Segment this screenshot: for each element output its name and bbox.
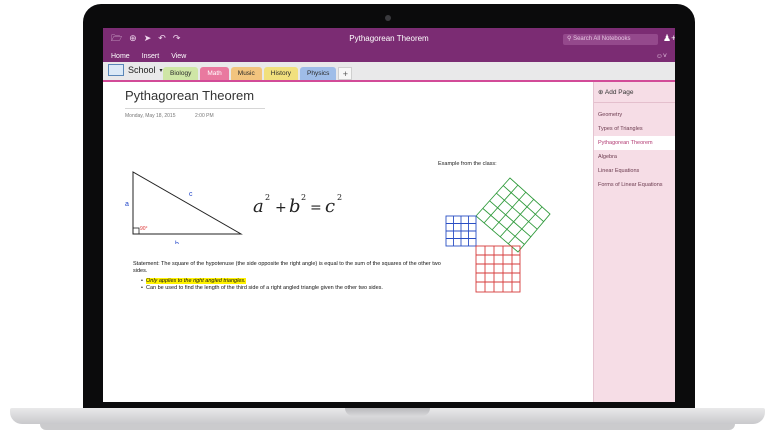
opening-notch bbox=[345, 408, 430, 416]
title-bar: 🗁 ⊕ ➤ ↶ ↷ Pythagorean Theorem ⚲ Search A… bbox=[103, 28, 675, 52]
example-label: Example from the class: bbox=[438, 161, 497, 167]
menu-view[interactable]: View bbox=[171, 52, 186, 62]
page-item-geometry[interactable]: Geometry bbox=[594, 108, 675, 122]
bullet-text: Can be used to find the length of the th… bbox=[145, 285, 383, 291]
notebook-picker[interactable]: School ▾ bbox=[108, 64, 163, 76]
page-list: Geometry Types of Triangles Pythagorean … bbox=[594, 108, 675, 192]
formula-equals: = bbox=[310, 200, 322, 216]
right-angle-mark bbox=[132, 227, 140, 235]
ribbon-menu: Home Insert View ☺˅ bbox=[103, 52, 675, 62]
title-underline bbox=[125, 108, 265, 109]
add-circle-icon: ⊕ bbox=[598, 89, 604, 96]
page-date: Monday, May 18, 2015 bbox=[125, 113, 176, 119]
add-section-button[interactable]: + bbox=[338, 67, 353, 80]
page-item-types-of-triangles[interactable]: Types of Triangles bbox=[594, 122, 675, 136]
formula-b: b bbox=[289, 196, 301, 217]
page-item-forms-of-linear-equations[interactable]: Forms of Linear Equations bbox=[594, 178, 675, 192]
tab-physics[interactable]: Physics bbox=[300, 67, 337, 80]
notebook-name: School bbox=[128, 65, 156, 75]
formula-exp-1: 2 bbox=[265, 193, 270, 202]
tab-math[interactable]: Math bbox=[200, 67, 229, 80]
laptop-base bbox=[0, 408, 775, 443]
note-page[interactable]: Pythagorean Theorem Monday, May 18, 2015… bbox=[103, 82, 593, 402]
search-input[interactable]: ⚲ Search All Notebooks bbox=[563, 34, 658, 45]
triangle-shape bbox=[132, 171, 243, 235]
formula-plus: + bbox=[275, 200, 287, 216]
share-icon[interactable]: ♟+ bbox=[663, 33, 675, 44]
tab-biology[interactable]: Biology bbox=[163, 67, 199, 80]
page-item-algebra[interactable]: Algebra bbox=[594, 150, 675, 164]
page-item-linear-equations[interactable]: Linear Equations bbox=[594, 164, 675, 178]
formula-a: a bbox=[253, 196, 264, 217]
blue-square bbox=[445, 215, 477, 247]
formula-exp-2: 2 bbox=[301, 193, 306, 202]
camera bbox=[385, 15, 391, 21]
add-page-label: Add Page bbox=[604, 89, 634, 96]
bullet-list: • Only applies to the right angled trian… bbox=[141, 278, 383, 292]
base-shadow bbox=[40, 424, 735, 430]
notebook-icon bbox=[108, 64, 124, 76]
add-page-button[interactable]: ⊕ Add Page bbox=[598, 88, 633, 96]
tab-history[interactable]: History bbox=[263, 67, 298, 80]
angle-label: 90° bbox=[140, 226, 148, 232]
search-icon: ⚲ bbox=[567, 36, 572, 42]
side-b-label: b bbox=[175, 241, 179, 244]
list-item[interactable]: • Only applies to the right angled trian… bbox=[141, 278, 383, 285]
page-list-sidebar: ⊕ Add Page Geometry Types of Triangles P… bbox=[593, 82, 675, 402]
page-title[interactable]: Pythagorean Theorem bbox=[125, 88, 254, 103]
squares-diagram bbox=[445, 177, 551, 293]
divider bbox=[594, 102, 675, 103]
side-a-label: a bbox=[125, 201, 129, 208]
search-placeholder: Search All Notebooks bbox=[573, 36, 631, 42]
statement-text[interactable]: Statement: The square of the hypotenuse … bbox=[133, 261, 443, 275]
section-tabs: Biology Math Music History Physics + bbox=[163, 67, 353, 80]
emoji-icon[interactable]: ☺˅ bbox=[656, 52, 667, 62]
green-square bbox=[475, 177, 551, 253]
side-c-label: c bbox=[189, 191, 193, 198]
app-screen: 🗁 ⊕ ➤ ↶ ↷ Pythagorean Theorem ⚲ Search A… bbox=[103, 28, 675, 402]
red-square bbox=[475, 245, 521, 293]
formula-exp-3: 2 bbox=[337, 193, 342, 202]
menu-insert[interactable]: Insert bbox=[142, 52, 160, 62]
section-tab-bar: School ▾ Biology Math Music History Phys… bbox=[103, 62, 675, 82]
page-item-pythagorean-theorem[interactable]: Pythagorean Theorem bbox=[594, 136, 675, 150]
list-item[interactable]: • Can be used to find the length of the … bbox=[141, 285, 383, 292]
tab-music[interactable]: Music bbox=[230, 67, 262, 80]
menu-home[interactable]: Home bbox=[111, 52, 130, 62]
highlighted-text: Only applies to the right angled triangl… bbox=[145, 278, 246, 284]
formula-c: c bbox=[325, 196, 335, 217]
triangle-drawing: a b c 90° a 2 + b 2 = c 2 bbox=[125, 171, 342, 244]
page-time: 2:00 PM bbox=[195, 113, 214, 119]
